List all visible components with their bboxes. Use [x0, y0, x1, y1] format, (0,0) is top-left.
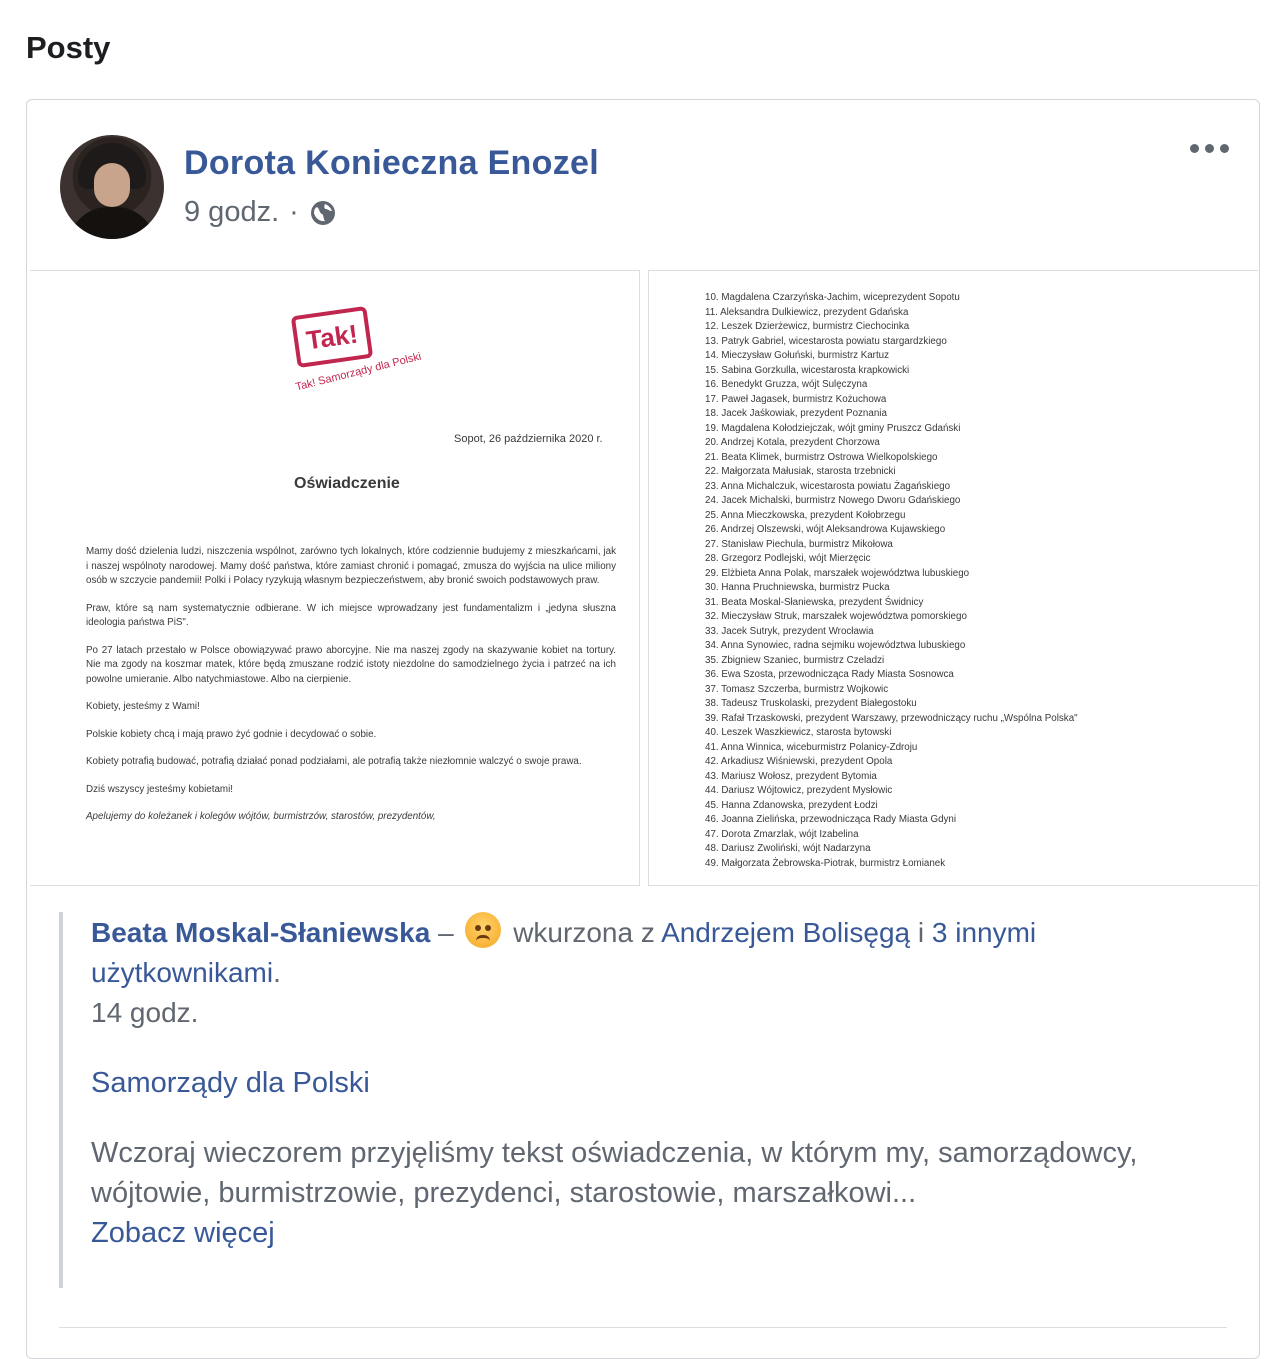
document-paragraph: Apelujemy do koleżanek i kolegów wójtów,…	[86, 811, 436, 822]
tak-logo: Tak!	[290, 305, 374, 369]
signatory-item: 25. Anna Mieczkowska, prezydent Kołobrze…	[705, 509, 906, 521]
shared-feeling: wkurzona z	[513, 917, 655, 948]
photo-statement-page[interactable]: Tak! Tak! Samorządy dla Polski Sopot, 26…	[30, 270, 640, 886]
see-more-link[interactable]: Zobacz więcej	[91, 1213, 1229, 1253]
signatory-item: 16. Benedykt Gruzza, wójt Sulęczyna	[705, 379, 868, 390]
shared-conj: i	[917, 917, 925, 948]
signatory-item: 19. Magdalena Kołodziejczak, wójt gminy …	[705, 422, 961, 434]
tagged-person[interactable]: Andrzejem Bolisęgą	[661, 917, 910, 948]
signatory-item: 48. Dariusz Zwoliński, wójt Nadarzyna	[705, 843, 871, 854]
signatory-item: 44. Dariusz Wójtowicz, prezydent Mysłowi…	[705, 785, 893, 796]
document-date: Sopot, 26 października 2020 r.	[454, 433, 603, 445]
signatory-item: 24. Jacek Michalski, burmistrz Nowego Dw…	[705, 495, 961, 506]
document-paragraph: Dziś wszyscy jesteśmy kobietami!	[86, 783, 233, 795]
signatories-list: 10. Magdalena Czarzyńska-Jachim, wicepre…	[705, 291, 1245, 871]
document-paragraph: Praw, które są nam systematycznie odbier…	[86, 602, 616, 629]
signatory-item: 46. Joanna Zielińska, przewodnicząca Rad…	[705, 814, 957, 825]
divider	[59, 1327, 1227, 1328]
document-paragraph: Kobiety, jesteśmy z Wami!	[86, 701, 200, 712]
signatory-item: 22. Małgorzata Małusiak, starosta trzebn…	[705, 466, 896, 477]
signatory-item: 34. Anna Synowiec, radna sejmiku wojewód…	[705, 640, 966, 651]
signatory-item: 37. Tomasz Szczerba, burmistrz Wojkowic	[705, 683, 889, 695]
document-heading: Oświadczenie	[294, 475, 400, 492]
shared-author[interactable]: Beata Moskal-Słaniewska	[91, 917, 430, 948]
signatory-item: 32. Mieczysław Struk, marszałek wojewódz…	[705, 611, 967, 622]
signatory-item: 47. Dorota Zmarzlak, wójt Izabelina	[705, 828, 859, 840]
post-meta: 9 godz. ·	[184, 196, 337, 229]
signatory-item: 31. Beata Moskal-Słaniewska, prezydent Ś…	[705, 596, 924, 608]
document-paragraph: Kobiety potrafią budować, potrafią dział…	[86, 756, 582, 767]
signatory-item: 17. Paweł Jagasek, burmistrz Kożuchowa	[705, 393, 887, 405]
signatory-item: 13. Patryk Gabriel, wicestarosta powiatu…	[705, 335, 947, 347]
signatory-item: 10. Magdalena Czarzyńska-Jachim, wicepre…	[705, 292, 960, 303]
signatory-item: 43. Mariusz Wołosz, prezydent Bytomia	[705, 770, 877, 782]
signatory-item: 33. Jacek Sutryk, prezydent Wrocławia	[705, 625, 874, 637]
signatory-item: 42. Arkadiusz Wiśniewski, prezydent Opol…	[705, 756, 893, 767]
signatory-item: 28. Grzegorz Podlejski, wójt Mierzęcic	[705, 553, 871, 564]
shared-page-title[interactable]: Samorządy dla Polski	[91, 1063, 1229, 1103]
signatory-item: 18. Jacek Jaśkowiak, prezydent Poznania	[705, 408, 887, 419]
document-paragraph: Mamy dość dzielenia ludzi, niszczenia ws…	[86, 546, 616, 586]
meta-separator: ·	[289, 196, 299, 228]
document-paragraph: Po 27 latach przestało w Polsce obowiązy…	[86, 644, 616, 685]
angry-emoji-icon	[465, 912, 502, 948]
signatory-item: 14. Mieczysław Gołuński, burmistrz Kartu…	[705, 350, 890, 361]
signatory-item: 21. Beata Klimek, burmistrz Ostrowa Wiel…	[705, 451, 938, 463]
avatar-body	[68, 207, 156, 239]
section-title: Posty	[26, 30, 111, 65]
shared-dash: –	[438, 917, 454, 948]
post-card: Dorota Konieczna Enozel 9 godz. · Tak! T…	[26, 99, 1260, 1359]
signatory-item: 20. Andrzej Kotala, prezydent Chorzowa	[705, 437, 880, 448]
signatory-item: 27. Stanisław Piechula, burmistrz Mikoło…	[705, 538, 893, 550]
signatory-item: 11. Aleksandra Dulkiewicz, prezydent Gda…	[705, 306, 909, 318]
signatory-item: 12. Leszek Dzierżewicz, burmistrz Ciecho…	[705, 321, 910, 332]
signatory-item: 39. Rafał Trzaskowski, prezydent Warszaw…	[705, 712, 1078, 724]
shared-body: Wczoraj wieczorem przyjęliśmy tekst oświ…	[91, 1137, 1138, 1209]
globe-icon	[310, 200, 335, 225]
signatory-item: 30. Hanna Pruchniewska, burmistrz Pucka	[705, 582, 890, 593]
signatory-item: 49. Małgorzata Żebrowska-Piotrak, burmis…	[705, 857, 946, 869]
document-paragraphs: Mamy dość dzielenia ludzi, niszczenia ws…	[86, 545, 616, 838]
shared-period: .	[273, 957, 281, 988]
signatory-item: 45. Hanna Zdanowska, prezydent Łodzi	[705, 799, 878, 811]
signatory-item: 38. Tadeusz Truskolaski, prezydent Białe…	[705, 698, 917, 709]
avatar-face	[94, 163, 130, 207]
signatory-item: 15. Sabina Gorzkulla, wicestarosta krapk…	[705, 364, 910, 376]
shared-post: Beata Moskal-Słaniewska – wkurzona z And…	[59, 912, 1229, 1288]
signatory-item: 40. Leszek Waszkiewicz, starosta bytowsk…	[705, 727, 892, 738]
avatar[interactable]	[60, 135, 164, 239]
signatory-item: 23. Anna Michalczuk, wicestarosta powiat…	[705, 480, 951, 492]
more-options-icon[interactable]	[1190, 144, 1229, 153]
signatory-item: 41. Anna Winnica, wiceburmistrz Polanicy…	[705, 741, 918, 753]
post-time[interactable]: 9 godz.	[184, 196, 279, 229]
shared-header: Beata Moskal-Słaniewska – wkurzona z And…	[91, 912, 1229, 993]
document-paragraph: Polskie kobiety chcą i mają prawo żyć go…	[86, 728, 377, 740]
signatory-item: 35. Zbigniew Szaniec, burmistrz Czeladzi	[705, 654, 885, 666]
signatory-item: 36. Ewa Szosta, przewodnicząca Rady Mias…	[705, 669, 954, 680]
shared-time[interactable]: 14 godz.	[91, 993, 1229, 1033]
signatory-item: 29. Elżbieta Anna Polak, marszałek wojew…	[705, 567, 970, 579]
photo-signatories-page[interactable]: 10. Magdalena Czarzyńska-Jachim, wicepre…	[648, 270, 1258, 886]
post-author[interactable]: Dorota Konieczna Enozel	[184, 144, 599, 183]
signatory-item: 26. Andrzej Olszewski, wójt Aleksandrowa…	[705, 524, 946, 535]
